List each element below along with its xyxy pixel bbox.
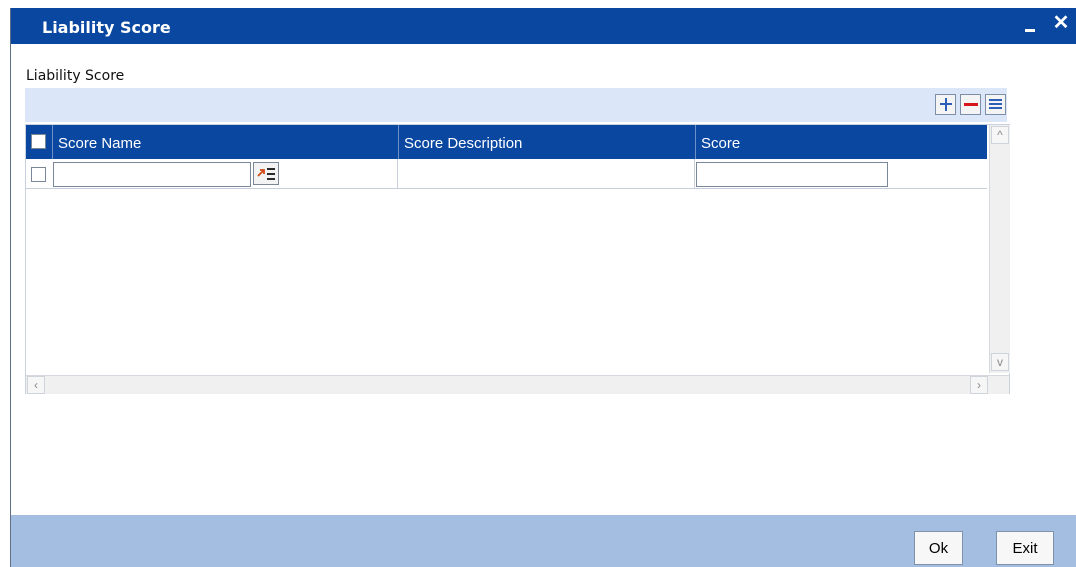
- score-description-cell: [402, 166, 687, 184]
- score-name-input[interactable]: [53, 162, 251, 187]
- footer-bar: Ok Exit: [11, 515, 1076, 567]
- lookup-arrow-icon: [257, 169, 265, 177]
- select-all-checkbox[interactable]: [31, 134, 46, 149]
- scroll-left-button[interactable]: ‹: [27, 376, 45, 394]
- score-grid: Score Name Score Description Score ^ v ‹…: [25, 124, 1010, 394]
- minimize-button[interactable]: [1021, 14, 1041, 36]
- window-title: Liability Score: [42, 18, 171, 37]
- score-input[interactable]: [696, 162, 888, 187]
- grid-toolbar: [25, 88, 1007, 122]
- window-titlebar: Liability Score ✕: [11, 8, 1076, 44]
- scroll-up-button[interactable]: ^: [991, 126, 1009, 144]
- minimize-icon: [1025, 29, 1035, 32]
- column-divider: [397, 159, 398, 189]
- section-label: Liability Score: [26, 68, 125, 84]
- ok-button[interactable]: Ok: [914, 531, 963, 565]
- row-select-checkbox[interactable]: [31, 167, 46, 182]
- grid-header: Score Name Score Description Score: [26, 125, 987, 159]
- scroll-down-button[interactable]: v: [991, 353, 1009, 371]
- column-header-score-description: Score Description: [398, 125, 700, 159]
- column-header-score: Score: [695, 125, 993, 159]
- table-row: [26, 159, 987, 189]
- close-button[interactable]: ✕: [1051, 12, 1071, 34]
- exit-button[interactable]: Exit: [996, 531, 1054, 565]
- horizontal-scrollbar[interactable]: ‹ ›: [26, 375, 1009, 394]
- scroll-right-button[interactable]: ›: [970, 376, 988, 394]
- single-view-button[interactable]: [985, 94, 1006, 115]
- close-icon: ✕: [1052, 12, 1070, 34]
- column-header-score-name: Score Name: [52, 125, 403, 159]
- column-divider: [694, 159, 695, 189]
- liability-score-window: Liability Score ✕ Liability Score Score …: [10, 8, 1076, 567]
- vertical-scrollbar[interactable]: ^ v: [989, 125, 1010, 373]
- add-row-button[interactable]: [935, 94, 956, 115]
- delete-row-button[interactable]: [960, 94, 981, 115]
- score-name-lookup-button[interactable]: [253, 162, 279, 185]
